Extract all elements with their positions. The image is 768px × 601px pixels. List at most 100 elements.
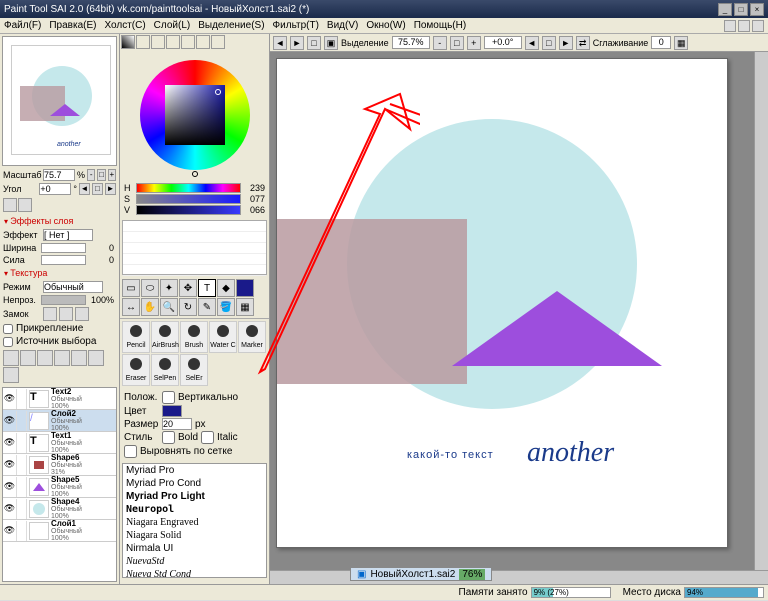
rotate-reset-button[interactable]: □: [92, 183, 103, 195]
menu-filter[interactable]: Фильтр(T): [273, 20, 319, 31]
visibility-icon[interactable]: 👁: [3, 521, 17, 541]
new-layer-button[interactable]: [3, 350, 19, 366]
horizontal-scrollbar[interactable]: [270, 570, 768, 584]
zoom-display[interactable]: 75.7%: [392, 36, 430, 49]
rotate-cw-button[interactable]: ►: [105, 183, 116, 195]
swap-color-button[interactable]: ↔: [122, 298, 140, 316]
vertical-checkbox[interactable]: [162, 391, 175, 404]
bold-checkbox[interactable]: [162, 431, 175, 444]
grid-align-checkbox[interactable]: [124, 445, 137, 458]
val-slider[interactable]: [136, 205, 241, 215]
selection-source-checkbox[interactable]: [3, 337, 13, 347]
menu-layer[interactable]: Слой(L): [154, 20, 191, 31]
font-option[interactable]: Niagara Engraved: [123, 516, 266, 529]
eyedropper-tool[interactable]: ✎: [198, 298, 216, 316]
gradient-tool[interactable]: ▦: [236, 298, 254, 316]
font-option[interactable]: Myriad Pro: [123, 464, 266, 477]
rect-select-tool[interactable]: ▭: [122, 279, 140, 297]
stabilizer-btn[interactable]: ▦: [674, 36, 688, 50]
font-option[interactable]: Neuropol: [123, 503, 266, 516]
hand-tool[interactable]: ✋: [141, 298, 159, 316]
brush-brush[interactable]: Brush: [180, 321, 208, 353]
vertical-scrollbar[interactable]: [754, 52, 768, 570]
menu-canvas[interactable]: Холст(C): [104, 20, 145, 31]
hsv-slider-button[interactable]: [166, 35, 180, 49]
rot-cw-btn[interactable]: ►: [559, 36, 573, 50]
bucket-tool[interactable]: 🪣: [217, 298, 235, 316]
brush-water c[interactable]: Water C: [209, 321, 237, 353]
brush-marker[interactable]: Marker: [238, 321, 266, 353]
minimize-button[interactable]: _: [718, 3, 732, 16]
fx-header[interactable]: Эффекты слоя: [0, 214, 119, 228]
canvas[interactable]: какой-то текст another: [276, 58, 728, 548]
menu-window[interactable]: Окно(W): [366, 20, 405, 31]
panel-max-icon[interactable]: [738, 20, 750, 32]
font-option[interactable]: Nueva Std Cond: [123, 568, 266, 578]
deselect-button[interactable]: □: [307, 36, 321, 50]
merge-down-button[interactable]: [71, 350, 87, 366]
tex-header[interactable]: Текстура: [0, 266, 119, 280]
zoom-tool[interactable]: 🔍: [160, 298, 178, 316]
rotate-ccw-button[interactable]: ◄: [79, 183, 90, 195]
redo-button[interactable]: ►: [290, 36, 304, 50]
move-tool[interactable]: ✥: [179, 279, 197, 297]
layer-row[interactable]: 👁Shape4Обычный100%: [3, 498, 116, 520]
font-list[interactable]: Myriad ProMyriad Pro CondMyriad Pro Ligh…: [122, 463, 267, 578]
lasso-tool[interactable]: ⬭: [141, 279, 159, 297]
sat-slider[interactable]: [136, 194, 241, 204]
brush-eraser[interactable]: Eraser: [122, 354, 150, 386]
lock-all-button[interactable]: [75, 307, 89, 321]
font-option[interactable]: Nirmala UI: [123, 542, 266, 555]
panel-close-icon[interactable]: [752, 20, 764, 32]
fx-width-slider[interactable]: [41, 243, 86, 253]
text-color-swatch[interactable]: [162, 405, 182, 417]
layer-row[interactable]: 👁Shape5Обычный100%: [3, 476, 116, 498]
layer-row[interactable]: 👁Shape6Обычный31%: [3, 454, 116, 476]
brush-pencil[interactable]: Pencil: [122, 321, 150, 353]
visibility-icon[interactable]: 👁: [3, 433, 17, 453]
font-option[interactable]: NuevaStd: [123, 555, 266, 568]
navigator[interactable]: another: [2, 36, 117, 166]
clipping-checkbox[interactable]: [3, 324, 13, 334]
zoom-out-btn[interactable]: -: [433, 36, 447, 50]
layer-row[interactable]: 👁TText1Обычный100%: [3, 432, 116, 454]
document-tab[interactable]: ▣НовыйХолст1.sai276%: [350, 567, 492, 581]
opacity-slider[interactable]: [41, 295, 86, 305]
maximize-button[interactable]: □: [734, 3, 748, 16]
zoom-reset-button[interactable]: □: [97, 169, 105, 181]
font-option[interactable]: Myriad Pro Cond: [123, 477, 266, 490]
visibility-icon[interactable]: 👁: [3, 411, 17, 431]
hue-slider[interactable]: [136, 183, 241, 193]
layer-row[interactable]: 👁Слой1Обычный100%: [3, 520, 116, 542]
color-wheel[interactable]: [120, 50, 269, 180]
brush-seler[interactable]: SelEr: [180, 354, 208, 386]
text-tool[interactable]: T: [198, 279, 216, 297]
new-mask-button[interactable]: [54, 350, 70, 366]
menu-view[interactable]: Вид(V): [327, 20, 358, 31]
font-option[interactable]: Niagara Solid: [123, 529, 266, 542]
visibility-icon[interactable]: 👁: [3, 455, 17, 475]
font-size-input[interactable]: [162, 418, 192, 430]
rgb-slider-button[interactable]: [151, 35, 165, 49]
brush-selpen[interactable]: SelPen: [151, 354, 179, 386]
menu-help[interactable]: Помощь(H): [414, 20, 467, 31]
lock-pixel-button[interactable]: [59, 307, 73, 321]
fx-strength-slider[interactable]: [41, 255, 86, 265]
swatches-panel[interactable]: [122, 220, 267, 275]
rot-ccw-btn[interactable]: ◄: [525, 36, 539, 50]
flip-btn[interactable]: ⇄: [576, 36, 590, 50]
font-option[interactable]: Myriad Pro Light: [123, 490, 266, 503]
visibility-icon[interactable]: 👁: [3, 389, 17, 409]
color-swatch[interactable]: [236, 279, 254, 297]
brush-airbrush[interactable]: AirBrush: [151, 321, 179, 353]
invert-button[interactable]: ▣: [324, 36, 338, 50]
color-wheel-button[interactable]: [136, 35, 150, 49]
shape-tool[interactable]: ◆: [217, 279, 235, 297]
stabilizer-value[interactable]: 0: [651, 36, 671, 49]
clear-layer-button[interactable]: [88, 350, 104, 366]
visibility-icon[interactable]: 👁: [3, 477, 17, 497]
angle-input[interactable]: [39, 183, 71, 195]
zoom-fit-btn[interactable]: □: [450, 36, 464, 50]
scratchpad-button[interactable]: [211, 35, 225, 49]
rotation-display[interactable]: +0.0°: [484, 36, 522, 49]
